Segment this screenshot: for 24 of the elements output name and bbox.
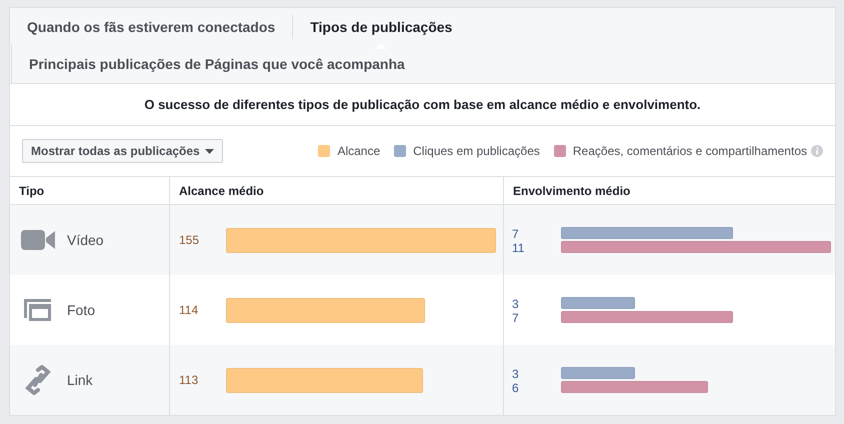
column-header: Alcance médio: [169, 177, 503, 205]
tab[interactable]: Quando os fãs estiverem conectados: [17, 8, 286, 45]
post-type-label: Vídeo: [67, 232, 104, 248]
reach-value: 113: [179, 373, 200, 387]
tab[interactable]: Principais publicações de Páginas que você acompanha: [19, 45, 415, 83]
caret-icon: [204, 148, 214, 154]
filter-dropdown[interactable]: Mostrar todas as publicações: [22, 139, 223, 164]
legend-label: Alcance: [337, 144, 380, 158]
clicks-value: 3: [512, 366, 520, 380]
reach-value: 114: [179, 303, 200, 317]
description-text: O sucesso de diferentes tipos de publicação com base em alcance médio e envolvimento.: [144, 97, 701, 112]
reactions-value: 11: [512, 240, 526, 254]
reactions-value: 7: [512, 310, 520, 324]
post-type-label: Link: [67, 372, 93, 388]
clicks-value: 7: [512, 226, 520, 240]
reactions-value: 6: [512, 380, 520, 394]
legend-label: Reações, comentários e compartilhamentos: [572, 144, 807, 158]
column-header: Envolvimento médio: [503, 177, 835, 205]
video-camera-icon: [21, 230, 55, 250]
legend-label: Cliques em publicações: [413, 144, 540, 158]
reach-value: 155: [179, 233, 200, 247]
post-type-label: Foto: [67, 302, 96, 318]
clicks-value: 3: [512, 296, 520, 310]
info-icon: [811, 145, 823, 158]
